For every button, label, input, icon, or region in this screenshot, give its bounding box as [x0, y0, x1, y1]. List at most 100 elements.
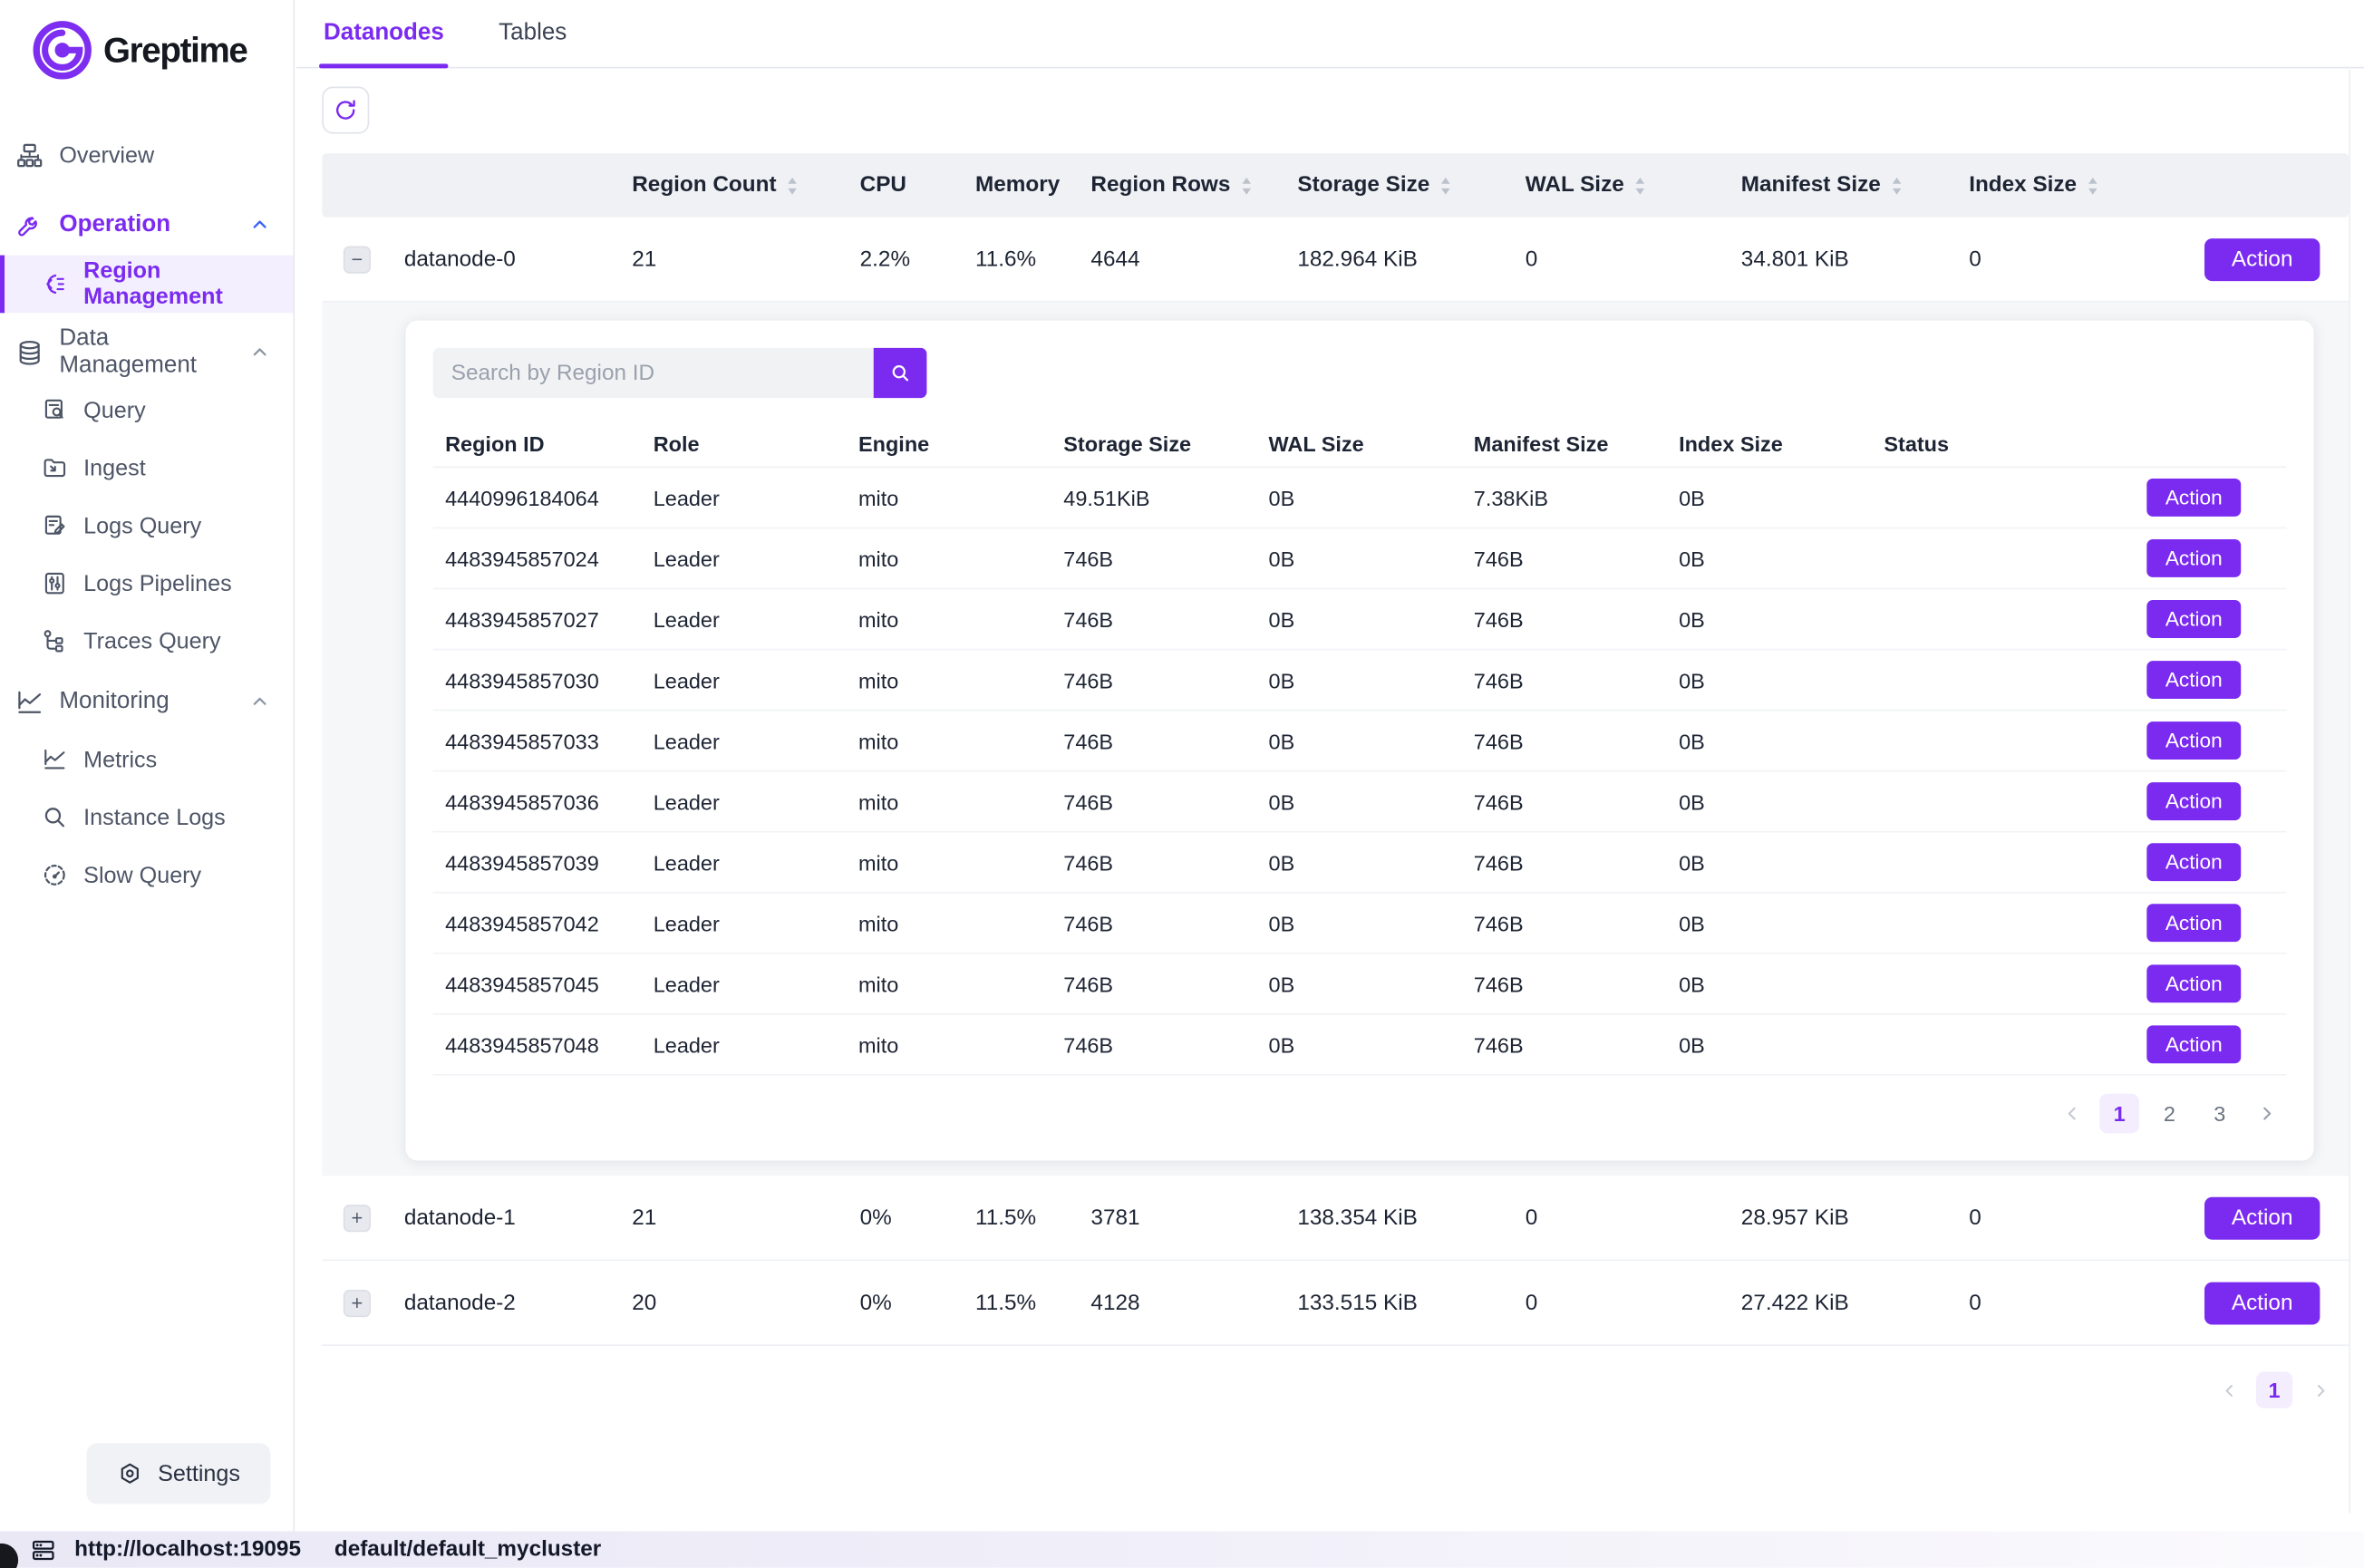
manifest-size-value: 27.422 KiB	[1729, 1291, 1956, 1315]
chevron-left-icon[interactable]	[2056, 1094, 2089, 1134]
sidebar-group-data-management[interactable]: Data Management	[0, 331, 293, 373]
region-action-button[interactable]: Action	[2146, 600, 2241, 638]
sort-icon[interactable]	[1438, 174, 1454, 197]
sidebar-item-label: Logs Query	[83, 513, 201, 538]
header-storage-size[interactable]: Storage Size	[1285, 173, 1513, 198]
region-count-value: 20	[620, 1291, 848, 1315]
region-action-button[interactable]: Action	[2146, 539, 2241, 577]
refresh-button[interactable]	[322, 87, 369, 134]
page-button-1[interactable]: 1	[2256, 1372, 2292, 1408]
tab-tables[interactable]: Tables	[499, 0, 567, 67]
role-value: Leader	[641, 607, 846, 632]
scrollbar-track[interactable]	[2349, 70, 2350, 1513]
datanode-action-button[interactable]: Action	[2204, 1196, 2320, 1239]
sidebar-item-instance-logs[interactable]: Instance Logs	[0, 796, 293, 838]
sidebar-item-logs-pipelines[interactable]: Logs Pipelines	[0, 562, 293, 605]
region-action-button[interactable]: Action	[2146, 661, 2241, 699]
header-wal-size[interactable]: WAL Size	[1513, 173, 1729, 198]
region-search-button[interactable]	[874, 348, 927, 398]
sort-icon[interactable]	[1888, 174, 1904, 197]
chevron-up-icon[interactable]	[249, 214, 270, 235]
index-size-value: 0	[1957, 1205, 2124, 1230]
expand-row-button[interactable]: +	[344, 1289, 371, 1316]
sort-icon[interactable]	[1238, 174, 1255, 197]
header-region-count[interactable]: Region Count	[620, 173, 848, 198]
region-action-button[interactable]: Action	[2146, 904, 2241, 942]
manifest-size-value: 746B	[1461, 607, 1666, 632]
region-action-button[interactable]: Action	[2146, 843, 2241, 881]
region-id-value: 4483945857048	[433, 1032, 642, 1057]
region-id-value: 4483945857030	[433, 668, 642, 692]
header-memory: Memory	[964, 173, 1079, 198]
region-action-button[interactable]: Action	[2146, 721, 2241, 760]
chevron-up-icon[interactable]	[249, 342, 270, 363]
doc-edit-icon	[41, 512, 68, 539]
sidebar-group-monitoring[interactable]: Monitoring	[0, 681, 293, 723]
sidebar-item-metrics[interactable]: Metrics	[0, 739, 293, 781]
role-value: Leader	[641, 486, 846, 510]
collapse-row-button[interactable]: −	[344, 246, 371, 273]
chevron-up-icon[interactable]	[249, 692, 270, 712]
sidebar-item-label: Metrics	[83, 747, 157, 772]
role-value: Leader	[641, 729, 846, 753]
sidebar-item-region-management[interactable]: Region Management	[0, 256, 293, 314]
wal-size-value: 0B	[1256, 668, 1461, 692]
expand-row-button[interactable]: +	[344, 1204, 371, 1231]
header-region-rows[interactable]: Region Rows	[1079, 173, 1285, 198]
role-value: Leader	[641, 1032, 846, 1057]
page-button-1[interactable]: 1	[2099, 1094, 2139, 1134]
chevron-left-icon[interactable]	[2212, 1370, 2245, 1410]
header-index-size[interactable]: Index Size	[1957, 173, 2124, 198]
engine-value: mito	[847, 668, 1051, 692]
region-row: 4483945857030 Leader mito 746B 0B 746B 0…	[433, 650, 2287, 711]
header-index-size: Index Size	[1667, 431, 1872, 455]
sidebar-item-query[interactable]: Query	[0, 389, 293, 431]
engine-value: mito	[847, 729, 1051, 753]
sidebar-item-traces-query[interactable]: Traces Query	[0, 620, 293, 663]
sort-icon[interactable]	[784, 174, 800, 197]
datanode-row: − datanode-0 21 2.2% 11.6% 4644 182.964 …	[322, 218, 2349, 303]
server-url[interactable]: http://localhost:19095	[74, 1537, 301, 1562]
sort-icon[interactable]	[1632, 174, 1648, 197]
sort-icon[interactable]	[2084, 174, 2100, 197]
sidebar-item-logs-query[interactable]: Logs Query	[0, 504, 293, 547]
index-size-value: 0B	[1667, 607, 1872, 632]
chevron-right-icon[interactable]	[2250, 1094, 2283, 1134]
page-button-2[interactable]: 2	[2150, 1094, 2190, 1134]
region-search-input[interactable]	[433, 348, 874, 398]
storage-size-value: 746B	[1051, 729, 1256, 753]
tab-datanodes[interactable]: Datanodes	[324, 0, 444, 67]
wrench-icon	[15, 210, 44, 239]
region-branch-icon	[41, 270, 68, 297]
storage-size-value: 746B	[1051, 911, 1256, 935]
main-area: Datanodes Tables Region Count CPU Memory	[296, 0, 2364, 1544]
manifest-size-value: 746B	[1461, 547, 1666, 571]
page-button-3[interactable]: 3	[2200, 1094, 2240, 1134]
region-action-button[interactable]: Action	[2146, 1025, 2241, 1063]
engine-value: mito	[847, 911, 1051, 935]
engine-value: mito	[847, 972, 1051, 996]
chevron-right-icon[interactable]	[2303, 1370, 2337, 1410]
header-manifest-size[interactable]: Manifest Size	[1729, 173, 1956, 198]
manifest-size-value: 746B	[1461, 789, 1666, 814]
datanode-action-button[interactable]: Action	[2204, 237, 2320, 280]
datanode-name: datanode-0	[392, 247, 619, 271]
region-action-button[interactable]: Action	[2146, 964, 2241, 1002]
stage: Greptime Overview Operation	[0, 0, 2364, 1568]
sidebar-item-ingest[interactable]: Ingest	[0, 447, 293, 489]
header-manifest-size: Manifest Size	[1461, 431, 1666, 455]
settings-button[interactable]: Settings	[87, 1443, 271, 1504]
region-row: 4483945857024 Leader mito 746B 0B 746B 0…	[433, 528, 2287, 589]
region-action-button[interactable]: Action	[2146, 479, 2241, 517]
sidebar-item-overview[interactable]: Overview	[0, 133, 293, 176]
sidebar-item-slow-query[interactable]: Slow Query	[0, 854, 293, 896]
sidebar-group-operation[interactable]: Operation	[0, 204, 293, 247]
region-action-button[interactable]: Action	[2146, 782, 2241, 820]
wal-size-value: 0	[1513, 247, 1729, 271]
doc-search-icon	[41, 396, 68, 423]
cluster-name[interactable]: default/default_mycluster	[334, 1537, 601, 1562]
database-icon	[15, 338, 44, 367]
datanode-action-button[interactable]: Action	[2204, 1282, 2320, 1324]
datanodes-table-header: Region Count CPU Memory Region Rows Stor…	[322, 153, 2349, 217]
role-value: Leader	[641, 972, 846, 996]
